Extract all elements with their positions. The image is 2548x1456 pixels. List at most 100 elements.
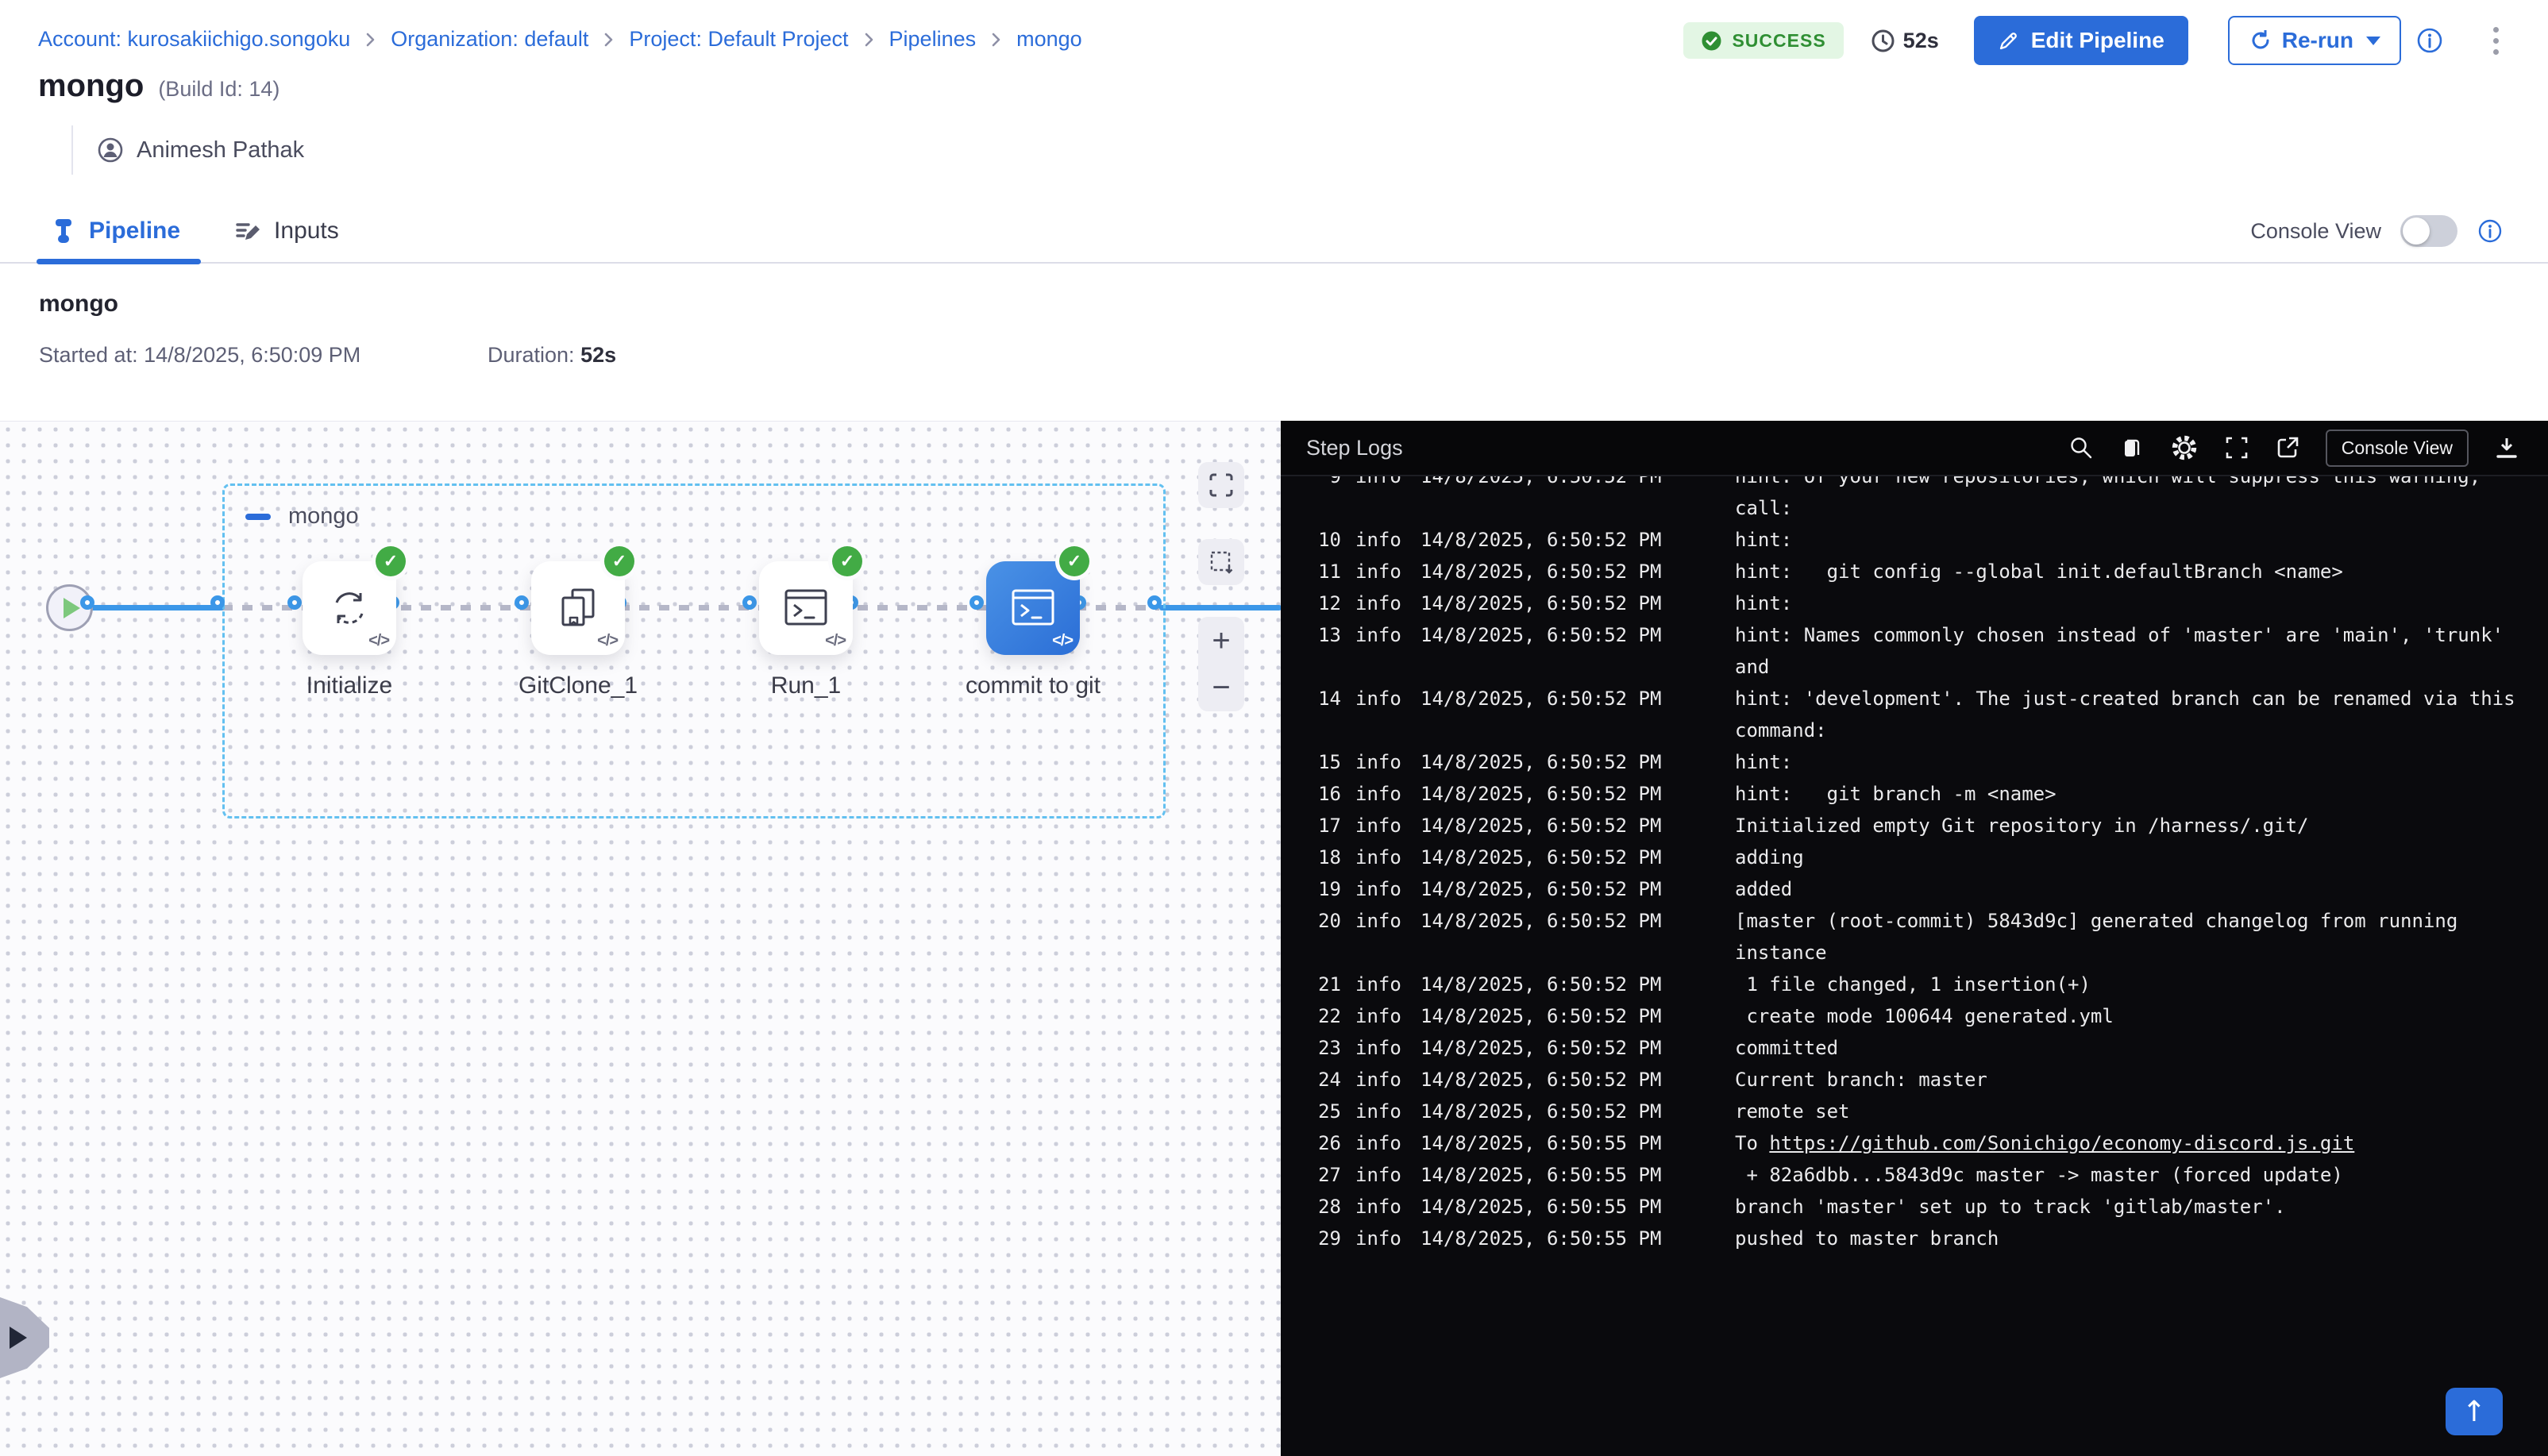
more-options-menu-icon[interactable] (2488, 22, 2504, 60)
breadcrumb-project[interactable]: Project: Default Project (629, 27, 848, 52)
caret-down-icon (2366, 37, 2380, 45)
log-row: 15info14/8/2025, 6:50:52 PMhint: (1316, 746, 2526, 778)
connector-port[interactable] (80, 595, 94, 610)
tab-inputs[interactable]: Inputs (234, 200, 339, 262)
clock-icon (1871, 29, 1895, 53)
connector-port[interactable] (210, 595, 225, 610)
user-icon (97, 137, 124, 164)
stage-header[interactable]: mongo (245, 503, 359, 530)
canvas-zoom-controls: + − (1198, 617, 1244, 711)
step-node-initialize[interactable]: ✓ </> (303, 561, 396, 655)
chevron-right-icon (863, 31, 875, 48)
workspace: mongo ✓ </> Initialize ✓ </> GitClone_1 … (0, 421, 2548, 1456)
log-row: 11info14/8/2025, 6:50:52 PMhint: git con… (1316, 556, 2526, 587)
log-row: 16info14/8/2025, 6:50:52 PMhint: git bra… (1316, 778, 2526, 810)
step-success-badge: ✓ (1059, 546, 1089, 576)
step-node-gitclone-1[interactable]: ✓ </> (531, 561, 625, 655)
rerun-button[interactable]: Re-run (2228, 16, 2401, 65)
breadcrumb-current[interactable]: mongo (1016, 27, 1082, 52)
search-icon[interactable] (2068, 435, 2094, 460)
clone-icon (553, 584, 603, 633)
settings-gear-icon[interactable] (2170, 433, 2199, 462)
log-row: 29info14/8/2025, 6:50:55 PMpushed to mas… (1316, 1223, 2526, 1254)
breadcrumb: Account: kurosakiichigo.songoku Organiza… (38, 27, 1082, 52)
chevron-right-icon (364, 31, 376, 48)
run-duration: Duration: 52s (488, 343, 616, 368)
refresh-icon (2249, 29, 2272, 52)
chevron-right-icon (990, 31, 1002, 48)
step-node-run-1[interactable]: ✓ </> (759, 561, 853, 655)
connector-port[interactable] (969, 595, 984, 610)
open-external-icon[interactable] (2275, 435, 2300, 460)
log-row: 10info14/8/2025, 6:50:52 PMhint: (1316, 524, 2526, 556)
breadcrumb-organization[interactable]: Organization: default (391, 27, 588, 52)
breadcrumb-pipelines[interactable]: Pipelines (889, 27, 977, 52)
download-icon[interactable] (2494, 435, 2519, 460)
log-row: 24info14/8/2025, 6:50:52 PMCurrent branc… (1316, 1064, 2526, 1096)
title-row: mongo (Build Id: 14) (38, 68, 279, 104)
author-row: Animesh Pathak (71, 125, 304, 175)
pencil-icon (1998, 29, 2020, 52)
log-row: 20info14/8/2025, 6:50:52 PM[master (root… (1316, 905, 2526, 969)
status-badge: SUCCESS (1683, 22, 1843, 59)
log-row: 27info14/8/2025, 6:50:55 PM + 82a6dbb...… (1316, 1159, 2526, 1191)
step-label: commit to git (898, 672, 1168, 699)
page-header: Account: kurosakiichigo.songoku Organiza… (0, 0, 2548, 421)
log-row: 22info14/8/2025, 6:50:52 PM create mode … (1316, 1000, 2526, 1032)
connector-port[interactable] (1147, 595, 1162, 610)
code-icon: </> (368, 632, 389, 650)
canvas-fullscreen-button[interactable] (1198, 462, 1244, 508)
step-success-badge: ✓ (376, 546, 406, 576)
success-check-icon (1701, 30, 1722, 52)
log-row: 17info14/8/2025, 6:50:52 PMInitialized e… (1316, 810, 2526, 842)
log-row: 23info14/8/2025, 6:50:52 PMcommitted (1316, 1032, 2526, 1064)
step-success-badge: ✓ (604, 546, 634, 576)
zoom-out-button[interactable]: − (1204, 670, 1238, 705)
collapse-stage-icon[interactable] (245, 514, 271, 520)
chevron-right-icon (603, 31, 615, 48)
edit-pipeline-button[interactable]: Edit Pipeline (1974, 16, 2188, 65)
run-name: mongo (39, 291, 2548, 318)
author-name: Animesh Pathak (137, 137, 304, 164)
info-icon[interactable] (2415, 26, 2444, 55)
play-icon (10, 1327, 27, 1349)
tab-pipeline[interactable]: Pipeline (51, 200, 180, 262)
code-icon: </> (1052, 632, 1073, 650)
scroll-to-top-button[interactable]: ↑ (2446, 1388, 2503, 1435)
zoom-in-button[interactable]: + (1204, 623, 1238, 658)
code-icon: </> (597, 632, 618, 650)
log-link[interactable]: https://github.com/Sonichigo/economy-dis… (1769, 1132, 2354, 1154)
breadcrumb-account[interactable]: Account: kurosakiichigo.songoku (38, 27, 350, 52)
code-icon: </> (825, 632, 846, 650)
pipeline-icon (51, 218, 76, 245)
log-body[interactable]: 9info14/8/2025, 6:50:52 PMhint: of your … (1281, 476, 2548, 1456)
log-row: 18info14/8/2025, 6:50:52 PMadding (1316, 842, 2526, 873)
console-view-button[interactable]: Console View (2326, 429, 2469, 467)
terminal-icon (781, 584, 831, 633)
log-row: 13info14/8/2025, 6:50:52 PMhint: Names c… (1316, 619, 2526, 683)
connector-port[interactable] (287, 595, 302, 610)
step-logs-panel: Step Logs Console View 9info14/8/2025, 6… (1281, 421, 2548, 1456)
console-view-info-icon[interactable] (2477, 218, 2504, 245)
expand-fullscreen-icon[interactable] (2224, 435, 2249, 460)
console-view-toggle[interactable] (2400, 215, 2457, 247)
build-id: (Build Id: 14) (158, 77, 279, 102)
canvas-reset-selection-button[interactable] (1198, 539, 1244, 585)
log-row: 26info14/8/2025, 6:50:55 PMTo https://gi… (1316, 1127, 2526, 1159)
connector-port[interactable] (515, 595, 529, 610)
terminal-icon (1008, 584, 1058, 633)
top-actions: SUCCESS 52s Edit Pipeline Re-run (1683, 16, 2504, 65)
log-row: 14info14/8/2025, 6:50:52 PMhint: 'develo… (1316, 683, 2526, 746)
page-title: mongo (38, 68, 144, 104)
inputs-icon (234, 218, 261, 245)
log-row: 19info14/8/2025, 6:50:52 PMadded (1316, 873, 2526, 905)
connector-port[interactable] (742, 595, 757, 610)
console-view-label: Console View (2250, 219, 2381, 244)
copy-icon[interactable] (2119, 435, 2145, 460)
duration-value: 52s (1903, 29, 1939, 53)
log-row: 9info14/8/2025, 6:50:52 PMhint: of your … (1316, 476, 2526, 524)
left-drawer-handle[interactable] (0, 1297, 49, 1378)
step-node-commit-to-git[interactable]: ✓ </> (986, 561, 1080, 655)
tabbar: Pipeline Inputs Console View (0, 200, 2548, 264)
log-row: 25info14/8/2025, 6:50:52 PMremote set (1316, 1096, 2526, 1127)
